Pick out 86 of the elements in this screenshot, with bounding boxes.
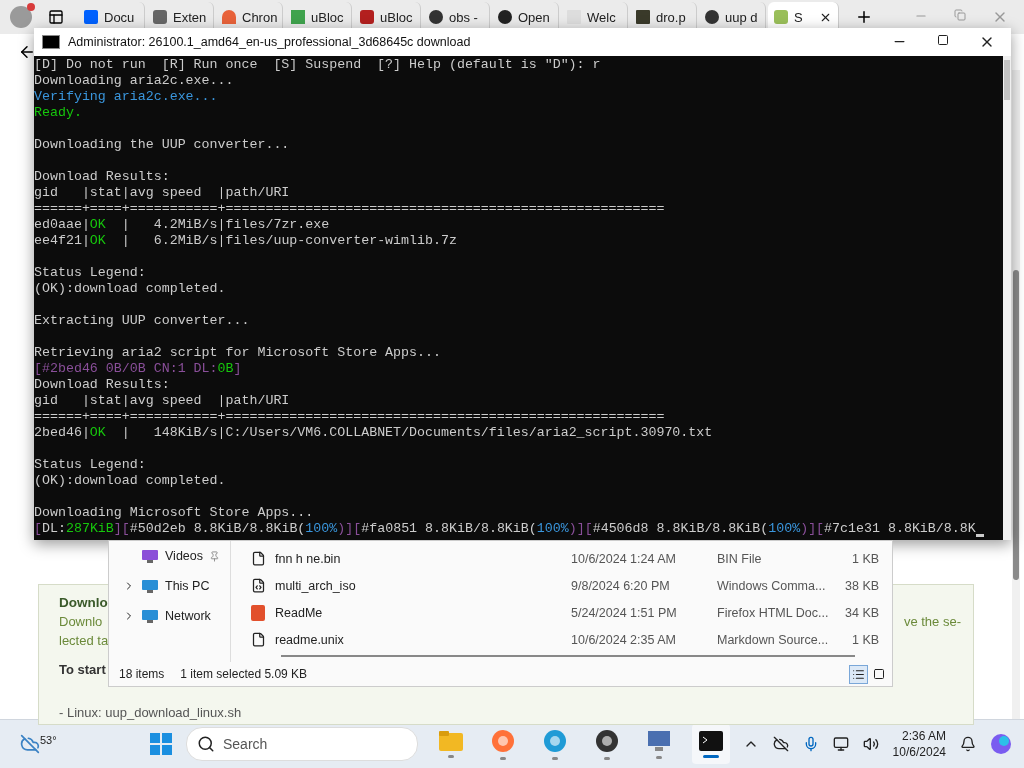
- console-line: Download Results:: [34, 169, 171, 185]
- tab-icon: [360, 10, 374, 24]
- file-icon: [251, 551, 266, 566]
- computer-icon: [141, 579, 159, 593]
- nav-item[interactable]: This PC: [109, 571, 230, 601]
- profile-avatar[interactable]: [10, 6, 32, 28]
- scrollbar[interactable]: [1012, 70, 1020, 719]
- console-line: [DL:287KiB][#50d2eb 8.8KiB/8.8KiB(100%)][#fa0851 8.8KiB/8.8KiB(100%)][#4506d8 8.8KiB/8.8KiB(100%)][#7c1e31 8.8KiB/8.8K: [34, 521, 1003, 537]
- volume-icon[interactable]: [862, 736, 879, 752]
- body-text: lected ta: [59, 633, 109, 648]
- tab-icon: [291, 10, 305, 24]
- console-line: Ready.: [34, 105, 83, 121]
- new-tab-icon[interactable]: [855, 8, 873, 26]
- notification-icon[interactable]: [960, 736, 976, 752]
- nav-item[interactable]: Network: [109, 601, 230, 631]
- maximize-icon[interactable]: [937, 34, 949, 46]
- tab-icon: [636, 10, 650, 24]
- item-count: 18 items: [119, 667, 165, 681]
- nav-item[interactable]: Videos: [109, 541, 230, 571]
- file-row[interactable]: ReadMe 5/24/2024 1:51 PM Firefox HTML Doc... 34 KB: [251, 599, 880, 626]
- console-line: 2bed46|OK | 148KiB/s|C:/Users/VM6.COLLABNET/Documents/files/aria2_script.30970.txt: [34, 425, 714, 441]
- console-line: ======+====+===========+=======================================================: [34, 409, 666, 425]
- selection-info: 1 item selected 5.09 KB: [180, 667, 308, 681]
- text-cursor: [975, 534, 984, 537]
- console-line: ee4f21|OK | 6.2MiB/s|files/uup-converter-wimlib.7z: [34, 233, 458, 249]
- console-line: [#2bed46 0B/0B CN:1 DL:0B]: [34, 361, 243, 377]
- clock-date[interactable]: 10/6/2024: [892, 744, 946, 760]
- folder-icon: [439, 730, 463, 751]
- search-icon: [197, 735, 215, 753]
- console-line: ======+====+===========+=======================================================: [34, 201, 666, 217]
- start-icon[interactable]: [150, 733, 172, 755]
- tab-icon: [705, 10, 719, 24]
- tab-icon: [429, 10, 443, 24]
- file-row[interactable]: readme.unix 10/6/2024 2:35 AM Markdown Source... 1 KB: [251, 626, 880, 653]
- console-line: [D] Do not run [R] Run once [S] Suspend [?] Help (default is "D"): r: [34, 57, 602, 73]
- console-line: Downloading aria2c.exe...: [34, 73, 235, 89]
- tab-icon: [153, 10, 167, 24]
- body-text: ve the se-: [903, 614, 961, 629]
- console-line: gid |stat|avg speed |path/URI: [34, 393, 291, 409]
- console-line: Downloading the UUP converter...: [34, 137, 291, 153]
- tab-icon: [84, 10, 98, 24]
- weather-icon[interactable]: [20, 734, 40, 754]
- body-text: Downlo: [59, 614, 103, 629]
- console-line: Retrieving aria2 script for Microsoft Store Apps...: [34, 345, 442, 361]
- console-icon: [42, 35, 60, 49]
- cloud-icon[interactable]: [772, 736, 789, 752]
- console-line: Downloading Microsoft Store Apps...: [34, 505, 315, 521]
- tab-icon: [774, 10, 788, 24]
- console-line: ed0aae|OK | 4.2MiB/s|files/7zr.exe: [34, 217, 331, 233]
- back-icon[interactable]: [18, 43, 36, 61]
- file-row[interactable]: fnn h ne.bin 10/6/2024 1:24 AM BIN File 1 KB: [251, 545, 880, 572]
- subheading: To start: [59, 662, 106, 677]
- app-icon: [491, 728, 515, 753]
- file-icon: [251, 632, 266, 647]
- copilot-icon[interactable]: [990, 733, 1012, 755]
- terminal-icon: [699, 730, 723, 751]
- console-line: Status Legend:: [34, 457, 147, 473]
- tab-actions-icon[interactable]: [48, 9, 64, 25]
- app-icon: [543, 728, 567, 753]
- window-title: Administrator: 26100.1_amd64_en-us_professional_3d68645c download: [68, 35, 471, 49]
- console-line: (OK):download completed.: [34, 473, 227, 489]
- list-icon: [852, 667, 865, 681]
- console-line: Verifying aria2c.exe...: [34, 89, 219, 105]
- scrollbar[interactable]: [1003, 56, 1011, 540]
- console-line: (OK):download completed.: [34, 281, 227, 297]
- clock-time[interactable]: 2:36 AM: [901, 728, 946, 744]
- pin-icon[interactable]: [209, 550, 220, 562]
- console-line: Extracting UUP converter...: [34, 313, 251, 329]
- file-row[interactable]: multi_arch_iso 9/8/2024 6:20 PM Windows Comma... 38 KB: [251, 572, 880, 599]
- taskbar-app[interactable]: [692, 724, 730, 764]
- console-line: gid |stat|avg speed |path/URI: [34, 185, 291, 201]
- console-line: Status Legend:: [34, 265, 147, 281]
- html-file-icon: [251, 604, 265, 621]
- tiles-icon: [873, 667, 885, 680]
- tab-icon: [567, 10, 581, 24]
- console-line: Download Results:: [34, 377, 171, 393]
- tab-icon: [498, 10, 512, 24]
- details-view-button[interactable]: [849, 664, 868, 684]
- list-item: - Linux: uup_download_linux.sh: [59, 705, 242, 720]
- tab-icon: [222, 10, 236, 24]
- app-icon: [595, 728, 619, 753]
- search-field[interactable]: Search: [186, 727, 418, 761]
- script-file-icon: [251, 578, 266, 593]
- monitor-icon: [647, 729, 671, 752]
- section-heading: Downlo: [59, 595, 108, 610]
- temperature: 53°: [40, 734, 57, 746]
